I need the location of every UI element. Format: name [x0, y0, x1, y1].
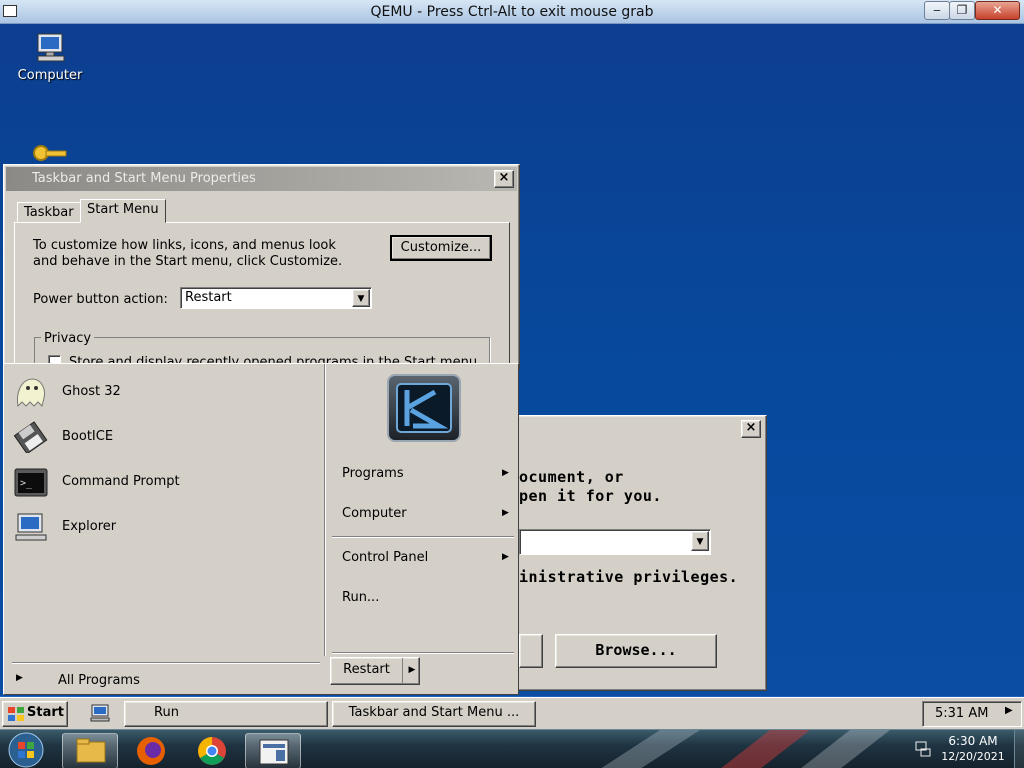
run-ok-button[interactable] — [519, 634, 543, 668]
start-right-label: Control Panel — [342, 550, 429, 565]
properties-close-button[interactable]: × — [494, 170, 514, 188]
command-prompt-icon: >_ — [14, 468, 48, 497]
svg-text:>_: >_ — [20, 478, 33, 489]
power-button-action-label: Power button action: — [33, 292, 168, 307]
start-menu-column-divider — [324, 364, 325, 656]
host-show-desktop-button[interactable] — [1014, 730, 1024, 768]
host-app-chrome[interactable] — [184, 733, 240, 768]
start-button[interactable]: Start — [2, 701, 68, 727]
submenu-arrow-icon: ▶ — [502, 552, 509, 562]
start-button-label: Start — [27, 705, 64, 720]
user-picture-tile[interactable] — [387, 374, 461, 442]
computer-icon — [37, 33, 65, 62]
guest-taskbar: Start Run Taskbar and Start Menu ... 5:3… — [0, 697, 1024, 729]
start-item-label: Ghost 32 — [62, 384, 121, 399]
all-programs-item[interactable]: ▶ All Programs — [14, 672, 322, 692]
customize-button[interactable]: Customize... — [390, 235, 492, 261]
host-maximize-button[interactable]: ❐ — [949, 1, 975, 20]
start-right-programs[interactable]: Programs ▶ — [342, 466, 522, 484]
run-open-combobox[interactable]: ▼ — [519, 529, 711, 555]
ghost-icon — [17, 378, 45, 408]
explorer-icon — [15, 513, 47, 541]
select-arrow-icon[interactable]: ▼ — [352, 289, 370, 307]
key-icon[interactable] — [32, 142, 68, 166]
taskbar-properties-dialog: Taskbar and Start Menu Properties × Task… — [3, 164, 520, 382]
restart-button-group: Restart ▶ — [330, 657, 420, 685]
properties-titlebar: Taskbar and Start Menu Properties — [6, 167, 517, 191]
customize-description: To customize how links, icons, and menus… — [33, 238, 343, 269]
qemu-icon — [259, 739, 289, 765]
start-right-run[interactable]: Run... — [342, 590, 522, 608]
start-orb-icon[interactable] — [4, 731, 48, 768]
run-description-line1: ocument, or — [519, 468, 624, 486]
start-right-label: Run... — [342, 590, 380, 605]
restart-button[interactable]: Restart — [331, 658, 403, 684]
start-right-label: Programs — [342, 466, 404, 481]
run-browse-button[interactable]: Browse... — [555, 634, 717, 668]
all-programs-arrow-icon: ▶ — [16, 673, 23, 683]
host-clock[interactable]: 6:30 AM 12/20/2021 — [938, 733, 1008, 765]
kernel-logo-icon — [396, 383, 452, 433]
taskbar-clock[interactable]: 5:31 AM — [935, 706, 988, 721]
privacy-label: Privacy — [41, 331, 95, 346]
host-taskbar: 6:30 AM 12/20/2021 — [0, 729, 1024, 768]
wallpaper-strip — [601, 730, 890, 768]
host-window-titlebar: QEMU - Press Ctrl-Alt to exit mouse grab… — [0, 0, 1024, 24]
properties-title: Taskbar and Start Menu Properties — [32, 171, 256, 186]
start-item-label: Command Prompt — [62, 474, 180, 489]
start-item-label: Explorer — [62, 519, 117, 534]
run-close-button[interactable]: × — [741, 420, 761, 438]
submenu-arrow-icon: ▶ — [502, 468, 509, 478]
power-button-action-value: Restart — [185, 290, 232, 305]
taskbar-button-properties[interactable]: Taskbar and Start Menu ... — [332, 701, 536, 727]
run-description-line2: pen it for you. — [519, 487, 662, 505]
host-time: 6:30 AM — [948, 734, 998, 748]
chrome-icon — [198, 737, 226, 765]
start-menu: Ghost 32 BootICE >_ Command Prompt Explo… — [3, 363, 519, 695]
desktop-icon-label: Computer — [17, 68, 83, 83]
submenu-arrow-icon: ▶ — [502, 508, 509, 518]
start-item-bootice[interactable]: BootICE — [4, 417, 322, 457]
bootice-icon — [13, 421, 48, 453]
tab-taskbar[interactable]: Taskbar — [17, 202, 81, 222]
all-programs-label: All Programs — [58, 673, 140, 688]
tray-expand-icon[interactable]: ▶ — [1005, 705, 1013, 716]
run-combobox-arrow-icon[interactable]: ▼ — [691, 531, 709, 551]
host-window-title: QEMU - Press Ctrl-Alt to exit mouse grab — [370, 4, 654, 20]
start-item-command-prompt[interactable]: >_ Command Prompt — [4, 462, 322, 502]
windows-flag-icon — [8, 707, 24, 721]
start-item-label: BootICE — [62, 429, 114, 444]
host-close-button[interactable]: ✕ — [975, 1, 1020, 20]
taskbar-button-run[interactable]: Run — [124, 701, 328, 727]
all-programs-separator — [12, 662, 320, 664]
start-right-label: Computer — [342, 506, 407, 521]
firefox-icon — [137, 737, 165, 765]
start-item-ghost32[interactable]: Ghost 32 — [4, 372, 322, 412]
show-desktop-icon[interactable] — [90, 704, 110, 722]
host-app-file-explorer[interactable] — [62, 733, 118, 768]
run-dialog: × ocument, or pen it for you. ▼ inistrat… — [480, 415, 767, 691]
host-date: 12/20/2021 — [941, 750, 1005, 763]
start-right-computer[interactable]: Computer ▶ — [342, 506, 522, 524]
start-item-explorer[interactable]: Explorer — [4, 507, 322, 547]
network-icon[interactable] — [914, 740, 932, 758]
file-explorer-icon — [76, 738, 106, 763]
start-right-separator — [332, 536, 514, 538]
host-app-firefox[interactable] — [123, 733, 179, 768]
start-right-control-panel[interactable]: Control Panel ▶ — [342, 550, 522, 568]
desktop-icon-computer[interactable]: Computer — [14, 30, 86, 83]
restart-options-arrow-icon[interactable]: ▶ — [405, 658, 419, 684]
power-button-action-select[interactable]: Restart ▼ — [180, 287, 372, 309]
host-minimize-button[interactable]: ‒ — [924, 1, 950, 20]
start-right-bottom-separator — [332, 652, 514, 654]
host-app-qemu[interactable] — [245, 733, 301, 768]
tab-start-menu[interactable]: Start Menu — [80, 199, 166, 223]
run-privileges-text: inistrative privileges. — [519, 568, 739, 586]
notification-area: 5:31 AM ▶ — [922, 701, 1022, 727]
